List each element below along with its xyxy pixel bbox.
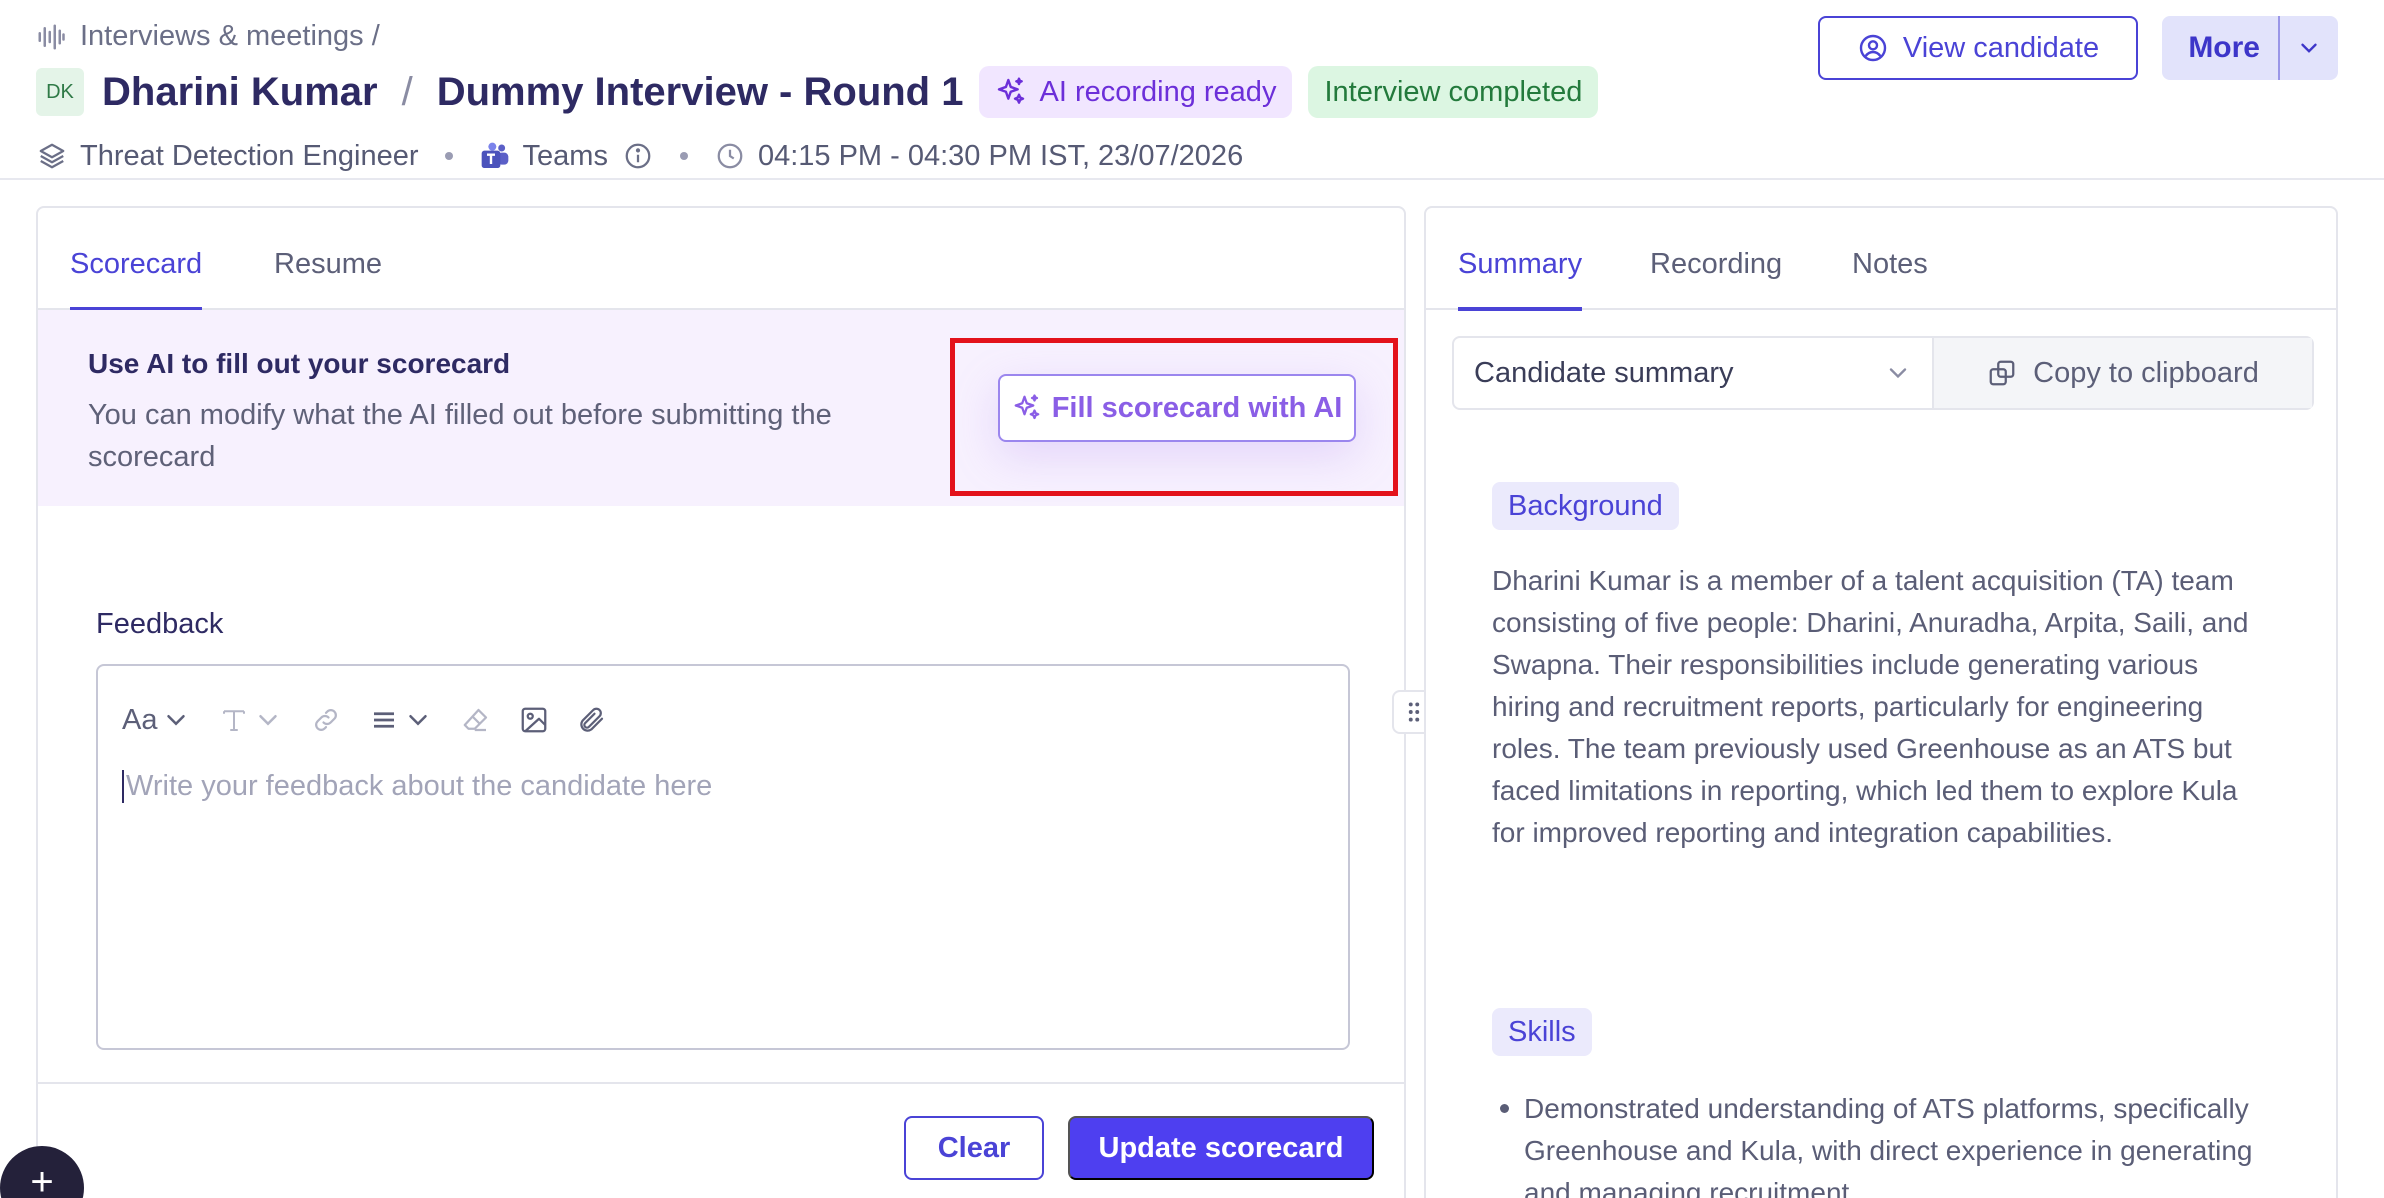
tab-scorecard[interactable]: Scorecard	[70, 248, 203, 311]
copy-to-clipboard-label: Copy to clipboard	[2033, 356, 2259, 389]
header-divider	[0, 178, 2384, 180]
section-heading-skills: Skills	[1492, 1008, 1592, 1056]
avatar: DK	[36, 68, 84, 116]
more-dropdown-toggle[interactable]	[2280, 35, 2338, 61]
highlight-box	[950, 338, 1398, 496]
ai-recording-badge: AI recording ready	[979, 66, 1293, 118]
ai-recording-badge-label: AI recording ready	[1039, 75, 1277, 108]
info-icon[interactable]	[622, 140, 654, 172]
layers-icon	[36, 140, 68, 172]
clock-icon	[714, 140, 746, 172]
paperclip-icon	[580, 707, 604, 732]
chevron-down-icon	[409, 715, 428, 726]
link-icon	[315, 709, 338, 731]
font-style-dropdown[interactable]: Aa	[122, 704, 191, 737]
sparkles-icon	[998, 77, 1025, 104]
list-item: Demonstrated understanding of ATS platfo…	[1492, 1088, 2292, 1198]
background-text: Dharini Kumar is a member of a talent ac…	[1492, 565, 2249, 848]
chevron-down-icon	[2301, 43, 2317, 53]
clear-button[interactable]: Clear	[904, 1116, 1044, 1180]
tab-recording[interactable]: Recording	[1650, 248, 1782, 307]
interview-meta: Threat Detection Engineer Teams 04:15 PM…	[36, 136, 1243, 176]
view-candidate-label: View candidate	[1902, 31, 2100, 64]
teams-icon	[479, 140, 511, 172]
job-role: Threat Detection Engineer	[80, 139, 419, 172]
attach-file-button[interactable]	[577, 705, 607, 735]
chevron-down-icon	[1889, 368, 1907, 379]
tab-notes[interactable]: Notes	[1852, 248, 1928, 307]
plus-icon: +	[30, 1160, 54, 1198]
insert-image-button[interactable]	[519, 705, 549, 735]
feedback-label: Feedback	[96, 608, 224, 640]
page-title: Dummy Interview - Round 1	[436, 69, 964, 114]
meeting-platform: Teams	[522, 139, 608, 172]
tab-resume[interactable]: Resume	[274, 248, 382, 307]
align-dropdown[interactable]	[369, 705, 433, 735]
font-style-label: Aa	[122, 703, 158, 736]
breadcrumb[interactable]: Interviews & meetings /	[36, 20, 380, 53]
meta-divider	[679, 152, 688, 160]
more-button[interactable]: More	[2162, 16, 2338, 80]
clear-format-button[interactable]	[461, 705, 491, 735]
breadcrumb-link[interactable]: Interviews & meetings /	[80, 20, 380, 53]
feedback-input[interactable]	[122, 770, 1302, 803]
section-heading-background: Background	[1492, 482, 1679, 530]
skills-list: Demonstrated understanding of ATS platfo…	[1492, 1088, 2292, 1198]
update-scorecard-button[interactable]: Update scorecard	[1068, 1116, 1374, 1180]
tab-summary[interactable]: Summary	[1458, 248, 1583, 311]
candidate-name[interactable]: Dharini Kumar	[102, 70, 378, 115]
feedback-editor[interactable]: Aa	[96, 664, 1350, 1050]
page-title-row: DK Dharini Kumar / Dummy Interview - Rou…	[36, 64, 1614, 120]
view-candidate-button[interactable]: View candidate	[1818, 16, 2138, 80]
status-badge: Interview completed	[1308, 66, 1599, 118]
right-tabs: Summary Recording Notes	[1426, 208, 2336, 311]
copy-icon	[1989, 360, 2015, 386]
panel-footer-divider	[38, 1082, 1404, 1084]
image-icon	[522, 707, 547, 733]
editor-toolbar: Aa	[122, 700, 635, 740]
ai-banner-text: You can modify what the AI filled out be…	[88, 399, 832, 473]
link-button[interactable]	[311, 705, 341, 735]
summary-panel: Summary Recording Notes Candidate summar…	[1424, 206, 2338, 1198]
user-circle-icon	[1859, 34, 1887, 62]
text-size-dropdown[interactable]	[219, 705, 283, 735]
eraser-icon	[464, 708, 488, 732]
title-separator: /	[401, 69, 413, 114]
interview-time: 04:15 PM - 04:30 PM IST, 23/07/2026	[757, 139, 1244, 172]
chevron-down-icon	[259, 715, 278, 726]
waveform-icon	[38, 24, 65, 49]
meta-divider	[444, 152, 453, 160]
text-size-icon	[223, 710, 246, 731]
ai-banner-heading: Use AI to fill out your scorecard	[88, 348, 511, 379]
summary-controls: Candidate summary Copy to clipboard	[1452, 336, 2314, 410]
chevron-down-icon	[167, 715, 186, 726]
more-label[interactable]: More	[2162, 16, 2280, 80]
summary-type-value: Candidate summary	[1474, 356, 1734, 389]
align-icon	[374, 712, 395, 728]
left-tabs: Scorecard Resume	[38, 208, 1404, 311]
summary-type-select[interactable]: Candidate summary	[1454, 338, 1934, 408]
copy-to-clipboard-button[interactable]: Copy to clipboard	[1934, 338, 2312, 408]
